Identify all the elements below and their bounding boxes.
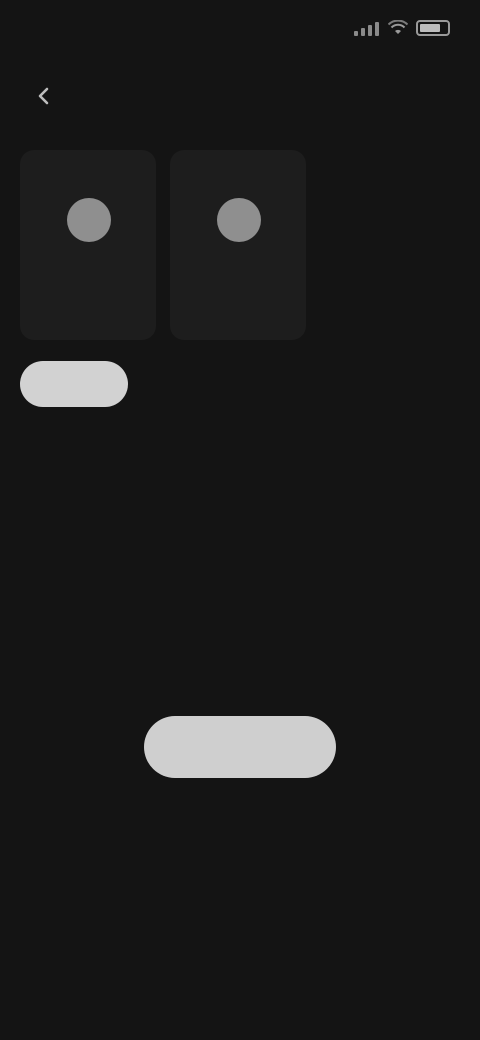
back-button[interactable]	[22, 76, 66, 116]
tab-1[interactable]	[20, 361, 128, 407]
tab-3[interactable]	[258, 361, 312, 407]
empty-state	[60, 560, 420, 580]
participants-row	[20, 150, 320, 340]
tab-2[interactable]	[142, 361, 244, 407]
wifi-icon	[388, 20, 408, 34]
avatar	[217, 198, 261, 242]
tab-bar	[20, 358, 312, 410]
app-header	[0, 62, 480, 128]
status-bar	[0, 0, 480, 60]
signal-icon	[354, 20, 380, 36]
participant-card[interactable]	[170, 150, 306, 340]
chevron-left-icon	[38, 87, 49, 105]
participant-card[interactable]	[20, 150, 156, 340]
battery-icon	[416, 20, 450, 36]
status-icons	[354, 20, 450, 36]
avatar	[67, 198, 111, 242]
primary-action-button[interactable]	[144, 716, 336, 778]
screen	[0, 0, 480, 1040]
